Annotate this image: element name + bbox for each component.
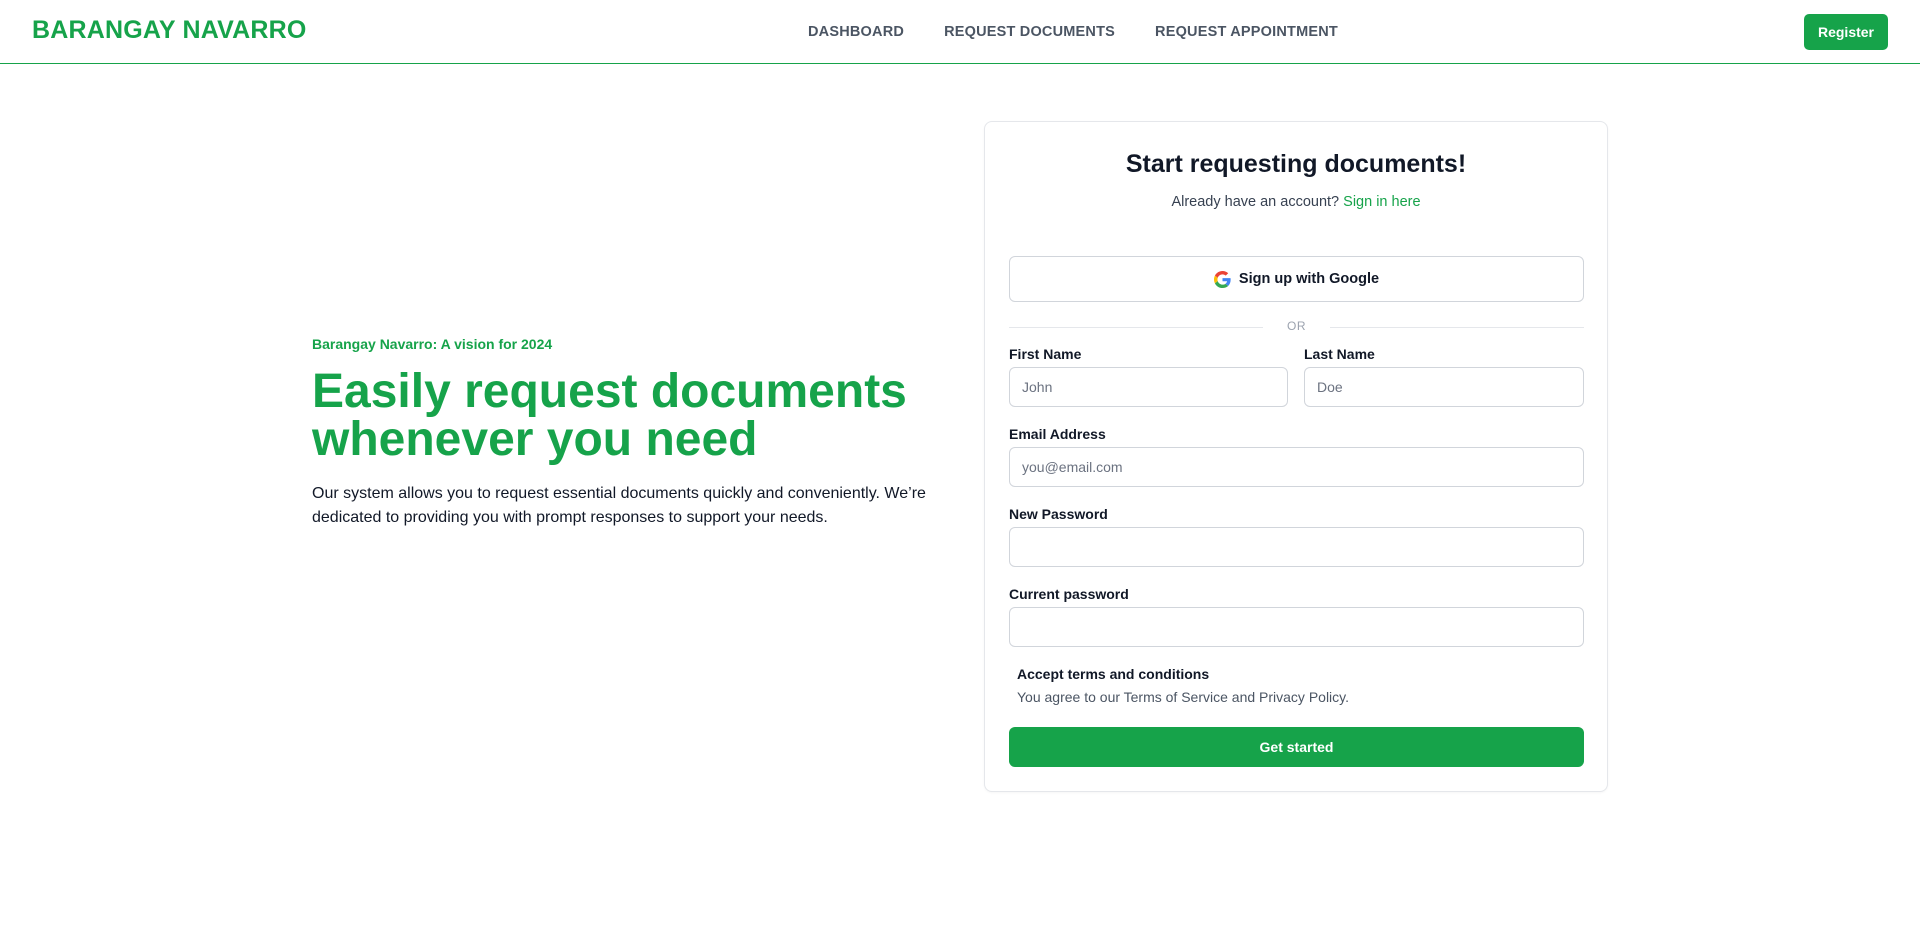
last-name-input[interactable] <box>1304 367 1584 407</box>
nav-request-documents[interactable]: REQUEST DOCUMENTS <box>944 24 1115 40</box>
new-password-label: New Password <box>1009 506 1108 522</box>
terms-title[interactable]: Accept terms and conditions <box>1017 666 1209 682</box>
current-password-input[interactable] <box>1009 607 1584 647</box>
top-navbar: BARANGAY NAVARRO DASHBOARD REQUEST DOCUM… <box>0 0 1920 64</box>
google-signup-button[interactable]: Sign up with Google <box>1009 256 1584 302</box>
last-name-label: Last Name <box>1304 346 1375 362</box>
account-prompt-text: Already have an account? <box>1171 194 1340 210</box>
google-icon <box>1213 270 1231 288</box>
hero-eyebrow: Barangay Navarro: A vision for 2024 <box>312 336 553 352</box>
terms-text: You agree to our Terms of Service and Pr… <box>1017 689 1350 705</box>
email-label: Email Address <box>1009 426 1106 442</box>
first-name-input[interactable] <box>1009 367 1288 407</box>
hero-section: Barangay Navarro: A vision for 2024 Easi… <box>312 336 952 530</box>
first-name-label: First Name <box>1009 346 1082 362</box>
brand-logo[interactable]: BARANGAY NAVARRO <box>32 16 307 45</box>
main-nav: DASHBOARD REQUEST DOCUMENTS REQUEST APPO… <box>808 24 1338 40</box>
nav-request-appointment[interactable]: REQUEST APPOINTMENT <box>1155 24 1338 40</box>
sign-in-link[interactable]: Sign in here <box>1343 194 1420 210</box>
google-signup-label: Sign up with Google <box>1238 271 1380 287</box>
email-input[interactable] <box>1009 447 1584 487</box>
signup-title: Start requesting documents! <box>1125 150 1467 178</box>
signup-card: Start requesting documents! Already have… <box>984 121 1608 792</box>
current-password-label: Current password <box>1009 586 1129 602</box>
signin-prompt: Already have an account? Sign in here <box>985 194 1607 210</box>
get-started-button[interactable]: Get started <box>1009 727 1584 767</box>
register-button[interactable]: Register <box>1804 14 1888 50</box>
divider-text: OR <box>1287 319 1306 333</box>
nav-dashboard[interactable]: DASHBOARD <box>808 24 904 40</box>
divider-line-right <box>1330 327 1584 328</box>
new-password-input[interactable] <box>1009 527 1584 567</box>
hero-description: Our system allows you to request essenti… <box>312 485 926 526</box>
hero-title: Easily request documents whenever you ne… <box>312 365 907 466</box>
or-divider: OR <box>1009 318 1584 338</box>
